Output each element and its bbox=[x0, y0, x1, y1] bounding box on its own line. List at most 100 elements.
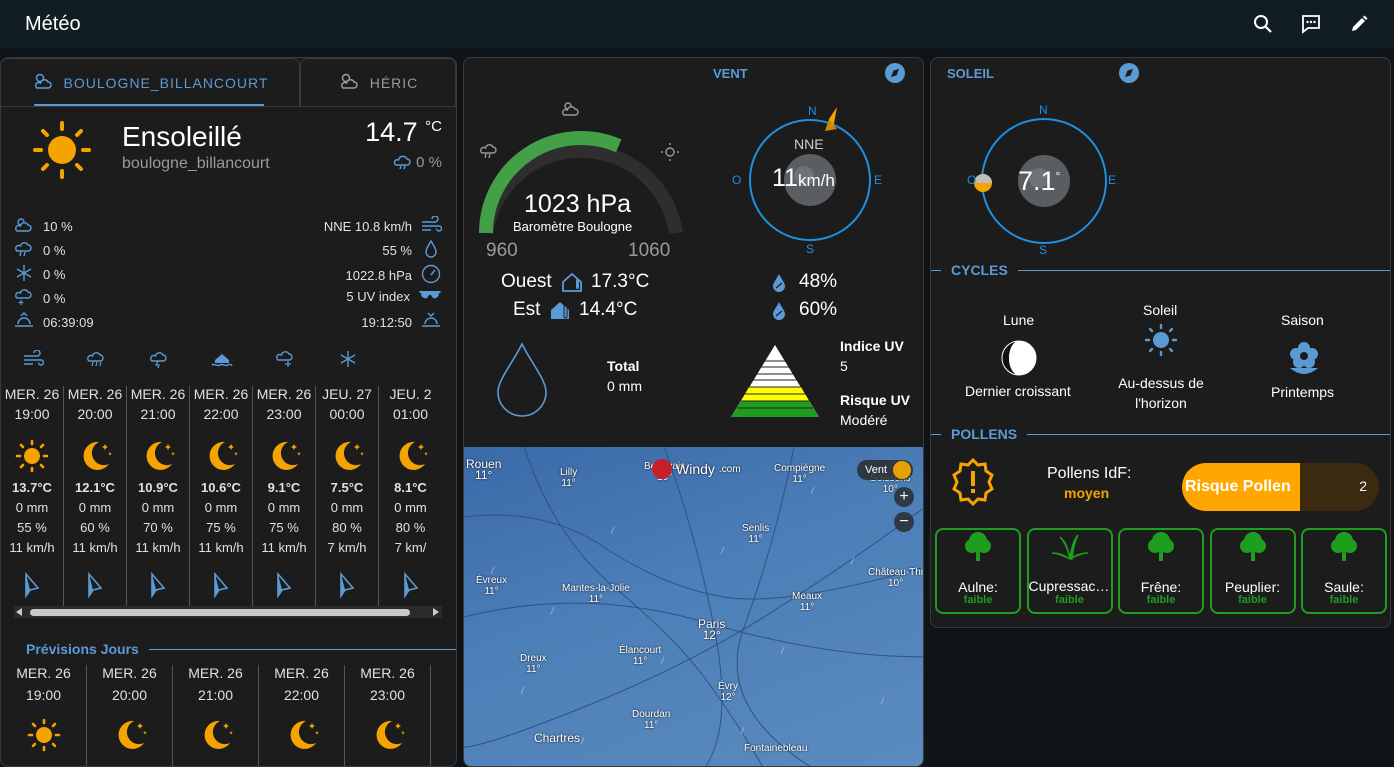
daily-section-header: Prévisions Jours bbox=[26, 641, 456, 657]
hour-temp: 13.7°C bbox=[12, 480, 52, 495]
tab-heric[interactable]: HÉRIC bbox=[300, 58, 456, 106]
section-title: POLLENS bbox=[951, 426, 1018, 442]
partly-cloudy-icon bbox=[560, 100, 582, 125]
pollen-level: faible bbox=[1238, 594, 1267, 606]
pollen-card[interactable]: Aulne: faible bbox=[935, 528, 1021, 614]
hour-rain: 0 mm bbox=[394, 500, 427, 515]
compass-icon[interactable] bbox=[884, 62, 906, 89]
partly-cloudy-icon bbox=[13, 216, 35, 237]
map-city-label: Paris 12° bbox=[698, 617, 726, 642]
hour-time: 22:00 bbox=[203, 406, 239, 422]
attr-value: 5 UV index bbox=[346, 289, 410, 304]
day-time: 23:00 bbox=[369, 687, 406, 703]
scroll-right-icon[interactable] bbox=[433, 608, 439, 616]
map-city-label: Fontainebleau bbox=[744, 743, 808, 754]
map-city-label: Dourdan 11° bbox=[632, 709, 671, 731]
sun-icon bbox=[31, 119, 93, 186]
hour-time: 00:00 bbox=[329, 406, 365, 422]
tree-icon bbox=[1146, 530, 1176, 567]
cycle-moon-value: Dernier croissant bbox=[965, 383, 1071, 399]
moon-icon bbox=[266, 436, 302, 476]
hourly-column: MER. 26 21:00 10.9°C 0 mm 70 % 11 km/h bbox=[127, 386, 190, 606]
hour-wind: 11 km/h bbox=[72, 540, 118, 555]
map-city-label: Château-Thi 10° bbox=[868, 567, 924, 589]
wind-arrow-icon bbox=[85, 571, 105, 602]
sunglasses-icon bbox=[418, 288, 442, 305]
humidity-1: 48% bbox=[799, 271, 838, 292]
snow-cloud-icon bbox=[253, 350, 316, 368]
hour-wind: 11 km/h bbox=[9, 540, 55, 555]
humidity-2: 60% bbox=[799, 299, 838, 320]
hour-wind: 7 km/h bbox=[327, 540, 367, 555]
hourly-header-icons bbox=[1, 350, 456, 368]
windy-map[interactable]: Rouen11°Lilly11°Beauvais10°Compiègne11°S… bbox=[464, 447, 924, 766]
uv-label: Indice UV bbox=[840, 338, 904, 354]
home-thermometer-icon bbox=[561, 271, 585, 298]
moon-icon bbox=[370, 717, 406, 756]
day-date: MER. 26 bbox=[188, 665, 243, 681]
home-thermometer-icon bbox=[549, 299, 573, 326]
pollen-name: Frêne: bbox=[1140, 579, 1182, 594]
sun-elevation: 7.1° bbox=[1018, 166, 1061, 196]
hourly-scrollbar[interactable] bbox=[14, 606, 442, 618]
attr-value: 1022.8 hPa bbox=[345, 268, 412, 283]
moon-icon bbox=[203, 436, 239, 476]
hour-temp: 10.9°C bbox=[138, 480, 178, 495]
pollen-risk-bar: Risque Pollen 2 bbox=[1182, 463, 1379, 511]
search-icon[interactable] bbox=[1250, 11, 1276, 37]
condition: Ensoleillé bbox=[122, 121, 242, 152]
gauge-min: 960 bbox=[486, 240, 518, 261]
wind-icon bbox=[420, 215, 443, 237]
pollen-risk-value: 2 bbox=[1359, 478, 1367, 494]
pollen-card[interactable]: Saule: faible bbox=[1301, 528, 1387, 614]
map-city-label: Évreux 11° bbox=[476, 575, 508, 597]
hourly-column: MER. 26 23:00 9.1°C 0 mm 75 % 11 km/h bbox=[253, 386, 316, 606]
moon-phase-icon bbox=[1001, 340, 1037, 381]
uv-value: 5 bbox=[840, 358, 848, 374]
scroll-left-icon[interactable] bbox=[16, 608, 22, 616]
windy-logo[interactable]: Windy .com bbox=[652, 459, 741, 479]
sun-card: SOLEIL N S E O 7.1° CYCLES Lune Dernier … bbox=[930, 57, 1391, 628]
sun-icon bbox=[1143, 322, 1179, 363]
flood-icon bbox=[190, 350, 253, 368]
map-city-label: Évry 12° bbox=[718, 681, 738, 703]
pollen-card[interactable]: Peuplier: faible bbox=[1209, 528, 1296, 614]
hour-wind: 7 km/ bbox=[394, 540, 427, 555]
pollen-level: faible bbox=[1329, 594, 1359, 606]
cycle-sun-label: Soleil bbox=[1143, 302, 1178, 318]
daily-column: MER. 26 23:00 bbox=[345, 665, 431, 766]
hour-humidity: 60 % bbox=[80, 520, 110, 535]
hour-humidity: 75 % bbox=[206, 520, 236, 535]
compass-e: E bbox=[1108, 173, 1117, 187]
hourly-column: MER. 26 22:00 10.6°C 0 mm 75 % 11 km/h bbox=[190, 386, 253, 606]
pollen-card[interactable]: Frêne: faible bbox=[1118, 528, 1204, 614]
map-layer-button[interactable]: Vent bbox=[857, 460, 914, 480]
hour-humidity: 55 % bbox=[17, 520, 47, 535]
hour-humidity: 80 % bbox=[395, 520, 426, 535]
day-time: 22:00 bbox=[283, 687, 320, 703]
pollen-card[interactable]: Cupressacé… faible bbox=[1026, 528, 1113, 614]
attr-sunset: 19:12:50 bbox=[361, 312, 442, 333]
wind-direction: NNE bbox=[794, 136, 824, 152]
zoom-in-button[interactable]: + bbox=[894, 487, 914, 507]
hour-time: 19:00 bbox=[14, 406, 50, 422]
assist-icon[interactable] bbox=[1298, 11, 1324, 37]
compass-icon[interactable] bbox=[1118, 62, 1140, 89]
scroll-thumb[interactable] bbox=[30, 609, 410, 616]
edit-icon[interactable] bbox=[1346, 11, 1372, 37]
hour-rain: 0 mm bbox=[78, 500, 112, 515]
zoom-out-button[interactable]: − bbox=[894, 512, 914, 532]
hour-temp: 12.1°C bbox=[75, 480, 115, 495]
attr-rain: 0 % bbox=[13, 240, 65, 261]
attr-value: 06:39:09 bbox=[43, 315, 94, 330]
day-date: MER. 26 bbox=[102, 665, 157, 681]
card-title: SOLEIL bbox=[947, 66, 994, 81]
hour-time: 21:00 bbox=[140, 406, 176, 422]
attr-wind: NNE 10.8 km/h bbox=[324, 215, 443, 237]
hour-day: MER. 26 bbox=[67, 386, 123, 402]
pressure-value: 1023 hPa bbox=[524, 190, 632, 218]
attr-value: 0 % bbox=[43, 267, 66, 282]
tab-boulogne[interactable]: BOULOGNE_BILLANCOURT bbox=[1, 58, 300, 106]
daily-column: MER. 26 21:00 bbox=[173, 665, 259, 766]
hourly-forecast[interactable]: MER. 26 19:00 13.7°C 0 mm 55 % 11 km/h MER. 26… bbox=[1, 386, 446, 606]
